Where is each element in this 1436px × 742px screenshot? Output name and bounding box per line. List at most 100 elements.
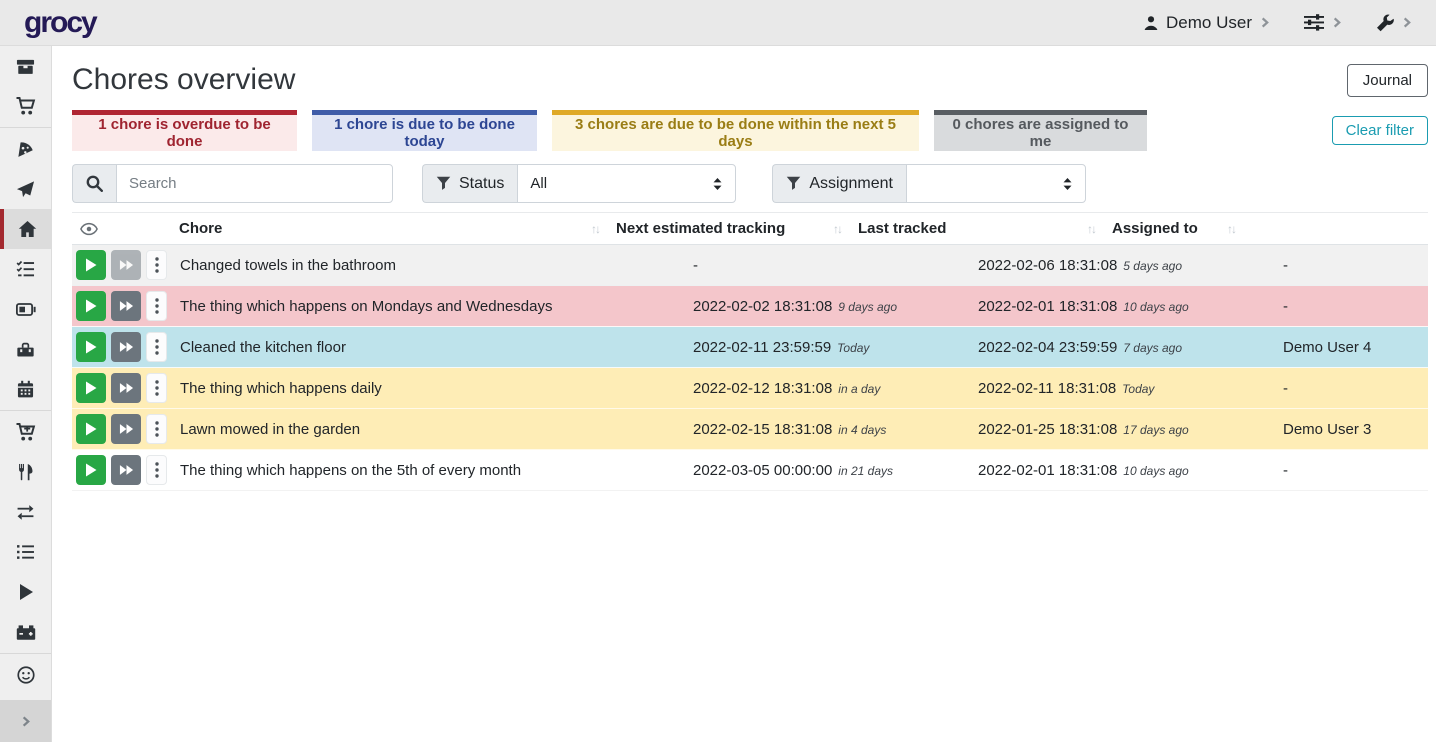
- sort-icon[interactable]: ↑↓: [833, 222, 841, 236]
- chore-name[interactable]: Changed towels in the bathroom: [172, 257, 685, 274]
- last-tracked-cell: 2022-02-01 18:31:0810 days ago: [970, 298, 1275, 315]
- pizza-slice-icon: [16, 140, 35, 159]
- relative-time: Today: [1122, 382, 1154, 396]
- row-menu-button[interactable]: [146, 332, 167, 362]
- skip-chore-button[interactable]: [111, 373, 141, 403]
- play-icon: [85, 463, 97, 477]
- assignment-filter-label: Assignment: [809, 175, 893, 193]
- sidebar-item-tasks[interactable]: [0, 249, 51, 289]
- track-chore-button[interactable]: [76, 250, 106, 280]
- user-menu[interactable]: Demo User: [1143, 13, 1270, 33]
- sort-icon[interactable]: ↑↓: [591, 222, 599, 236]
- play-icon: [85, 299, 97, 313]
- ellipsis-v-icon: [155, 298, 159, 314]
- status-card-overdue[interactable]: 1 chore is overdue to be done: [72, 110, 297, 151]
- sidebar-divider: [0, 410, 51, 411]
- relative-time: 10 days ago: [1123, 300, 1188, 314]
- status-card-assigned-me[interactable]: 0 chores are assigned to me: [934, 110, 1147, 151]
- chore-name[interactable]: Cleaned the kitchen floor: [172, 339, 685, 356]
- column-header-chore[interactable]: Chore ↑↓: [172, 220, 609, 237]
- assignment-filter-select[interactable]: [906, 164, 1086, 203]
- sidebar-item-recipes[interactable]: [0, 129, 51, 169]
- sidebar-divider: [0, 653, 51, 654]
- sidebar-item-shopping-list[interactable]: [0, 86, 51, 126]
- chore-name[interactable]: The thing which happens on the 5th of ev…: [172, 462, 685, 479]
- sidebar-item-consume[interactable]: [0, 452, 51, 492]
- sidebar-item-stock-overview[interactable]: [0, 46, 51, 86]
- last-tracked-cell: 2022-02-04 23:59:597 days ago: [970, 339, 1275, 356]
- eye-icon[interactable]: [80, 222, 98, 236]
- relative-time: in 4 days: [838, 423, 886, 437]
- sidebar-item-users[interactable]: [0, 655, 51, 695]
- sidebar-item-inventory[interactable]: [0, 532, 51, 572]
- admin-menu[interactable]: [1376, 14, 1412, 32]
- sidebar-item-purchase[interactable]: [0, 412, 51, 452]
- search-icon: [86, 175, 103, 192]
- fast-forward-icon: [119, 300, 134, 312]
- sidebar-item-transfer[interactable]: [0, 492, 51, 532]
- chore-name[interactable]: Lawn mowed in the garden: [172, 421, 685, 438]
- cart-plus-icon: [16, 423, 36, 441]
- shopping-cart-icon: [16, 97, 36, 115]
- assigned-to-cell: Demo User 3: [1275, 421, 1428, 438]
- skip-chore-button[interactable]: [111, 414, 141, 444]
- column-header-next-estimated-tracking[interactable]: Next estimated tracking ↑↓: [609, 220, 851, 237]
- row-menu-button[interactable]: [146, 414, 167, 444]
- assigned-to-cell: -: [1275, 380, 1428, 397]
- skip-chore-button[interactable]: [111, 455, 141, 485]
- exchange-arrows-icon: [16, 504, 35, 521]
- play-icon: [85, 381, 97, 395]
- status-card-due-today[interactable]: 1 chore is due to be done today: [312, 110, 537, 151]
- tasks-icon: [16, 260, 35, 278]
- skip-chore-button[interactable]: [111, 332, 141, 362]
- last-tracked-cell: 2022-02-06 18:31:085 days ago: [970, 257, 1275, 274]
- sidebar-item-meal-plan[interactable]: [0, 169, 51, 209]
- track-chore-button[interactable]: [76, 455, 106, 485]
- settings-menu[interactable]: [1304, 14, 1342, 31]
- chore-name[interactable]: The thing which happens daily: [172, 380, 685, 397]
- sidebar-item-batteries-overview[interactable]: [0, 289, 51, 329]
- skip-chore-button: [111, 250, 141, 280]
- chore-name[interactable]: The thing which happens on Mondays and W…: [172, 298, 685, 315]
- last-tracked-cell: 2022-02-11 18:31:08Today: [970, 380, 1275, 397]
- assigned-to-cell: -: [1275, 257, 1428, 274]
- sort-icon[interactable]: ↑↓: [1087, 222, 1095, 236]
- calendar-icon: [17, 380, 34, 398]
- track-chore-button[interactable]: [76, 332, 106, 362]
- column-header-last-tracked[interactable]: Last tracked ↑↓: [851, 220, 1105, 237]
- next-tracking-cell: -: [685, 257, 970, 274]
- track-chore-button[interactable]: [76, 414, 106, 444]
- ellipsis-v-icon: [155, 257, 159, 273]
- sidebar: [0, 46, 52, 742]
- sort-icon[interactable]: ↑↓: [1227, 222, 1235, 236]
- row-menu-button[interactable]: [146, 373, 167, 403]
- status-card-due-soon[interactable]: 3 chores are due to be done within the n…: [552, 110, 919, 151]
- status-filter-select[interactable]: All: [517, 164, 736, 203]
- sidebar-collapse-toggle[interactable]: [0, 700, 51, 742]
- track-chore-button[interactable]: [76, 291, 106, 321]
- last-tracked-cell: 2022-01-25 18:31:0817 days ago: [970, 421, 1275, 438]
- search-input[interactable]: [116, 164, 393, 203]
- journal-button[interactable]: Journal: [1347, 64, 1428, 97]
- paper-plane-icon: [16, 180, 35, 199]
- play-icon: [85, 340, 97, 354]
- sidebar-item-equipment[interactable]: [0, 329, 51, 369]
- clear-filter-button[interactable]: Clear filter: [1332, 116, 1428, 145]
- filter-funnel-icon: [786, 176, 801, 191]
- row-menu-button[interactable]: [146, 455, 167, 485]
- sidebar-item-calendar[interactable]: [0, 369, 51, 409]
- sidebar-item-chores-overview[interactable]: [0, 209, 51, 249]
- fast-forward-icon: [119, 382, 134, 394]
- last-tracked-cell: 2022-02-01 18:31:0810 days ago: [970, 462, 1275, 479]
- row-menu-button[interactable]: [146, 250, 167, 280]
- track-chore-button[interactable]: [76, 373, 106, 403]
- column-header-assigned-to[interactable]: Assigned to ↑↓: [1105, 220, 1245, 237]
- row-menu-button[interactable]: [146, 291, 167, 321]
- sidebar-item-chore-tracking[interactable]: [0, 572, 51, 612]
- page-title: Chores overview: [72, 63, 295, 97]
- skip-chore-button[interactable]: [111, 291, 141, 321]
- assignment-filter-label-box: Assignment: [772, 164, 906, 203]
- grocy-logo[interactable]: grocy: [24, 8, 96, 38]
- sidebar-item-battery-tracking[interactable]: [0, 612, 51, 652]
- fast-forward-icon: [119, 464, 134, 476]
